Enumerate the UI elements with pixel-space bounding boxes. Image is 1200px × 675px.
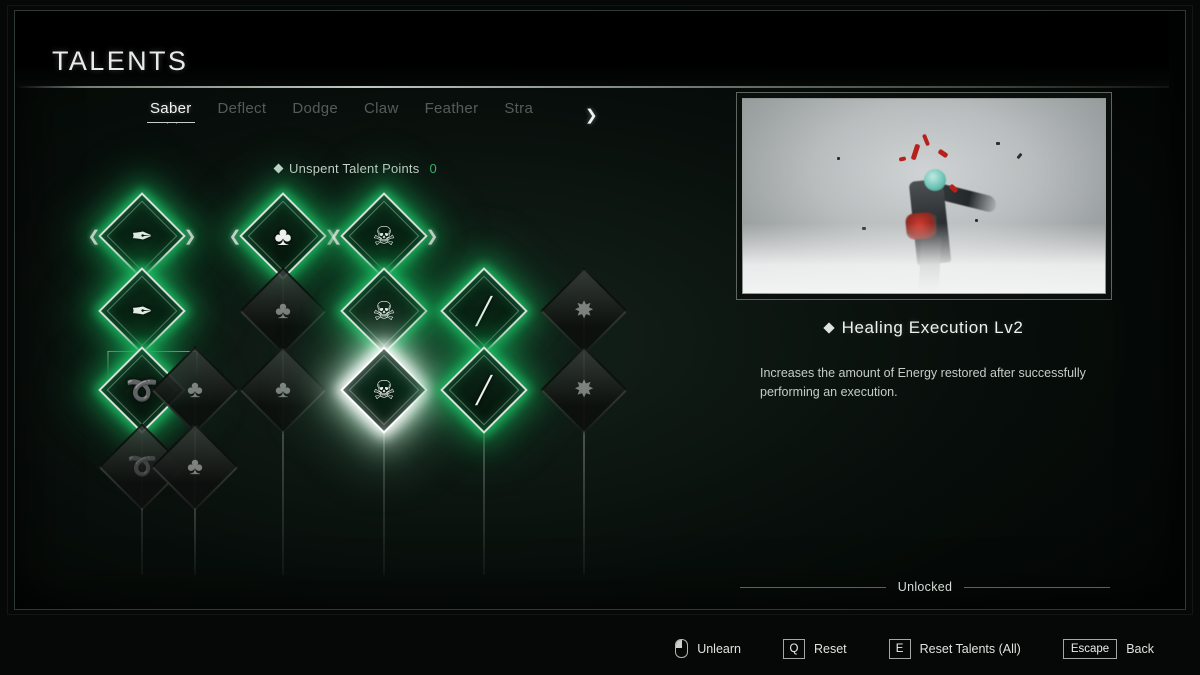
- talent-node-n4-3[interactable]: ╱: [440, 346, 528, 434]
- tab-label: Claw: [364, 100, 399, 117]
- talent-node-frame: [98, 267, 186, 355]
- diamond-icon: [822, 322, 835, 334]
- tab-stra[interactable]: Stra: [504, 100, 559, 117]
- preview-debris: [837, 157, 841, 161]
- preview-figure-sash: [904, 212, 937, 241]
- talent-node-frame: [540, 346, 628, 434]
- preview-debris: [1016, 153, 1023, 160]
- skill-title: Healing Execution Lv2: [736, 318, 1112, 338]
- tab-feather[interactable]: Feather: [425, 100, 505, 117]
- tab-claw[interactable]: Claw: [364, 100, 425, 117]
- action-label: Reset: [813, 641, 847, 656]
- mouse-icon: [675, 639, 689, 658]
- unspent-points-label: Unspent Talent Points: [289, 161, 420, 176]
- preview-debris: [974, 219, 978, 223]
- key-hint-e: E: [888, 638, 911, 659]
- tabs-next-arrow-icon[interactable]: ❯: [585, 106, 598, 124]
- tab-deflect[interactable]: Deflect: [218, 100, 293, 117]
- tree-connector: [107, 351, 109, 377]
- skill-status: Unlocked: [740, 580, 1111, 594]
- talent-node-n2-3[interactable]: ♣: [239, 346, 327, 434]
- tab-label: Stra: [504, 100, 534, 117]
- action-label: Reset Talents (All): [919, 641, 1021, 656]
- talent-node-n1b-4[interactable]: ♣: [151, 423, 239, 511]
- talent-node-n3-2[interactable]: ☠: [340, 267, 428, 355]
- talent-node-n1b-3[interactable]: ♣: [151, 346, 239, 434]
- talent-node-frame: [440, 267, 528, 355]
- talent-node-frame: [440, 346, 528, 434]
- talent-node-frame: [239, 267, 327, 355]
- talent-node-next-arrow-icon[interactable]: ❯: [184, 227, 197, 245]
- action-label: Unlearn: [697, 641, 741, 656]
- action-unlearn[interactable]: Unlearn: [675, 639, 741, 658]
- preview-figure-body: [908, 178, 952, 267]
- status-badge: Unlocked: [897, 580, 953, 594]
- talent-node-frame: [151, 423, 239, 511]
- talent-node-n4-2[interactable]: ╱: [440, 267, 528, 355]
- tab-bar: Saber Deflect Dodge Claw Feather Stra: [145, 100, 595, 134]
- action-reset-talents-all[interactable]: E Reset Talents (All): [888, 638, 1021, 659]
- preview-figure-scarf: [933, 182, 998, 214]
- talent-node-frame: [340, 346, 428, 434]
- talent-node-frame: [540, 267, 628, 355]
- unspent-points-value: 0: [429, 161, 437, 176]
- talents-screen: TALENTS Saber Deflect Dodge Claw Feather Stra…: [0, 0, 1200, 675]
- preview-debris: [996, 141, 1001, 145]
- status-rule-right: [964, 586, 1111, 588]
- preview-blood: [948, 183, 959, 194]
- diamond-icon: [273, 163, 284, 174]
- talent-node-prev-arrow-icon[interactable]: ❮: [229, 227, 242, 245]
- talent-node-frame: [340, 267, 428, 355]
- talent-tree: ✒ ❮ ❯ ✒ ➰ ➰ ♣ ♣ ♣ ❮ ❯ ♣ ♣ ☠ ❮ ❯ ☠ ☠ ╱ ╱ ✸ ✸: [15, 185, 705, 585]
- preview-blood: [898, 156, 906, 162]
- action-back[interactable]: Escape Back: [1062, 638, 1154, 659]
- talent-node-frame: [151, 346, 239, 434]
- preview-figure-legs: [918, 234, 942, 292]
- status-rule-left: [740, 586, 886, 588]
- talent-node-n1-2[interactable]: ✒: [98, 267, 186, 355]
- skill-preview: [736, 92, 1112, 300]
- tab-label: Deflect: [217, 100, 267, 117]
- tab-label: Dodge: [292, 100, 339, 117]
- action-label: Back: [1126, 641, 1154, 656]
- action-reset[interactable]: Q Reset: [782, 638, 847, 659]
- preview-figure-head: [924, 168, 946, 191]
- preview-debris: [862, 227, 867, 231]
- talent-node-n5-2[interactable]: ✸: [540, 267, 628, 355]
- preview-blood: [910, 143, 921, 160]
- skill-title-text: Healing Execution Lv2: [841, 318, 1024, 337]
- tab-label: Saber: [150, 100, 192, 117]
- skill-description: Increases the amount of Energy restored …: [760, 366, 1086, 400]
- talent-node-frame: [239, 346, 327, 434]
- talent-node-next-arrow-icon[interactable]: ❯: [426, 227, 439, 245]
- talent-node-n5-3[interactable]: ✸: [540, 346, 628, 434]
- preview-figure-aura: [905, 215, 936, 236]
- talent-node-n3-3[interactable]: ☠: [340, 346, 428, 434]
- tab-active-indicator: [147, 122, 195, 130]
- tab-dodge[interactable]: Dodge: [292, 100, 364, 117]
- skill-preview-video: [742, 98, 1106, 294]
- title-divider: [15, 86, 1169, 88]
- key-hint-q: Q: [782, 638, 805, 659]
- page-title: TALENTS: [52, 46, 189, 76]
- key-hint-escape: Escape: [1062, 638, 1118, 659]
- tab-saber[interactable]: Saber: [145, 100, 218, 123]
- talent-node-prev-arrow-icon[interactable]: ❮: [88, 227, 101, 245]
- tree-connector: [108, 351, 196, 352]
- talent-node-prev-arrow-icon[interactable]: ❮: [330, 227, 343, 245]
- talent-node-n2-2[interactable]: ♣: [239, 267, 327, 355]
- unspent-points: Unspent Talent Points 0: [273, 161, 437, 176]
- tab-label: Feather: [424, 100, 479, 117]
- preview-blood: [937, 149, 950, 159]
- preview-blood: [921, 133, 931, 147]
- action-bar: Unlearn Q Reset E Reset Talents (All) Escape B…: [0, 622, 1200, 675]
